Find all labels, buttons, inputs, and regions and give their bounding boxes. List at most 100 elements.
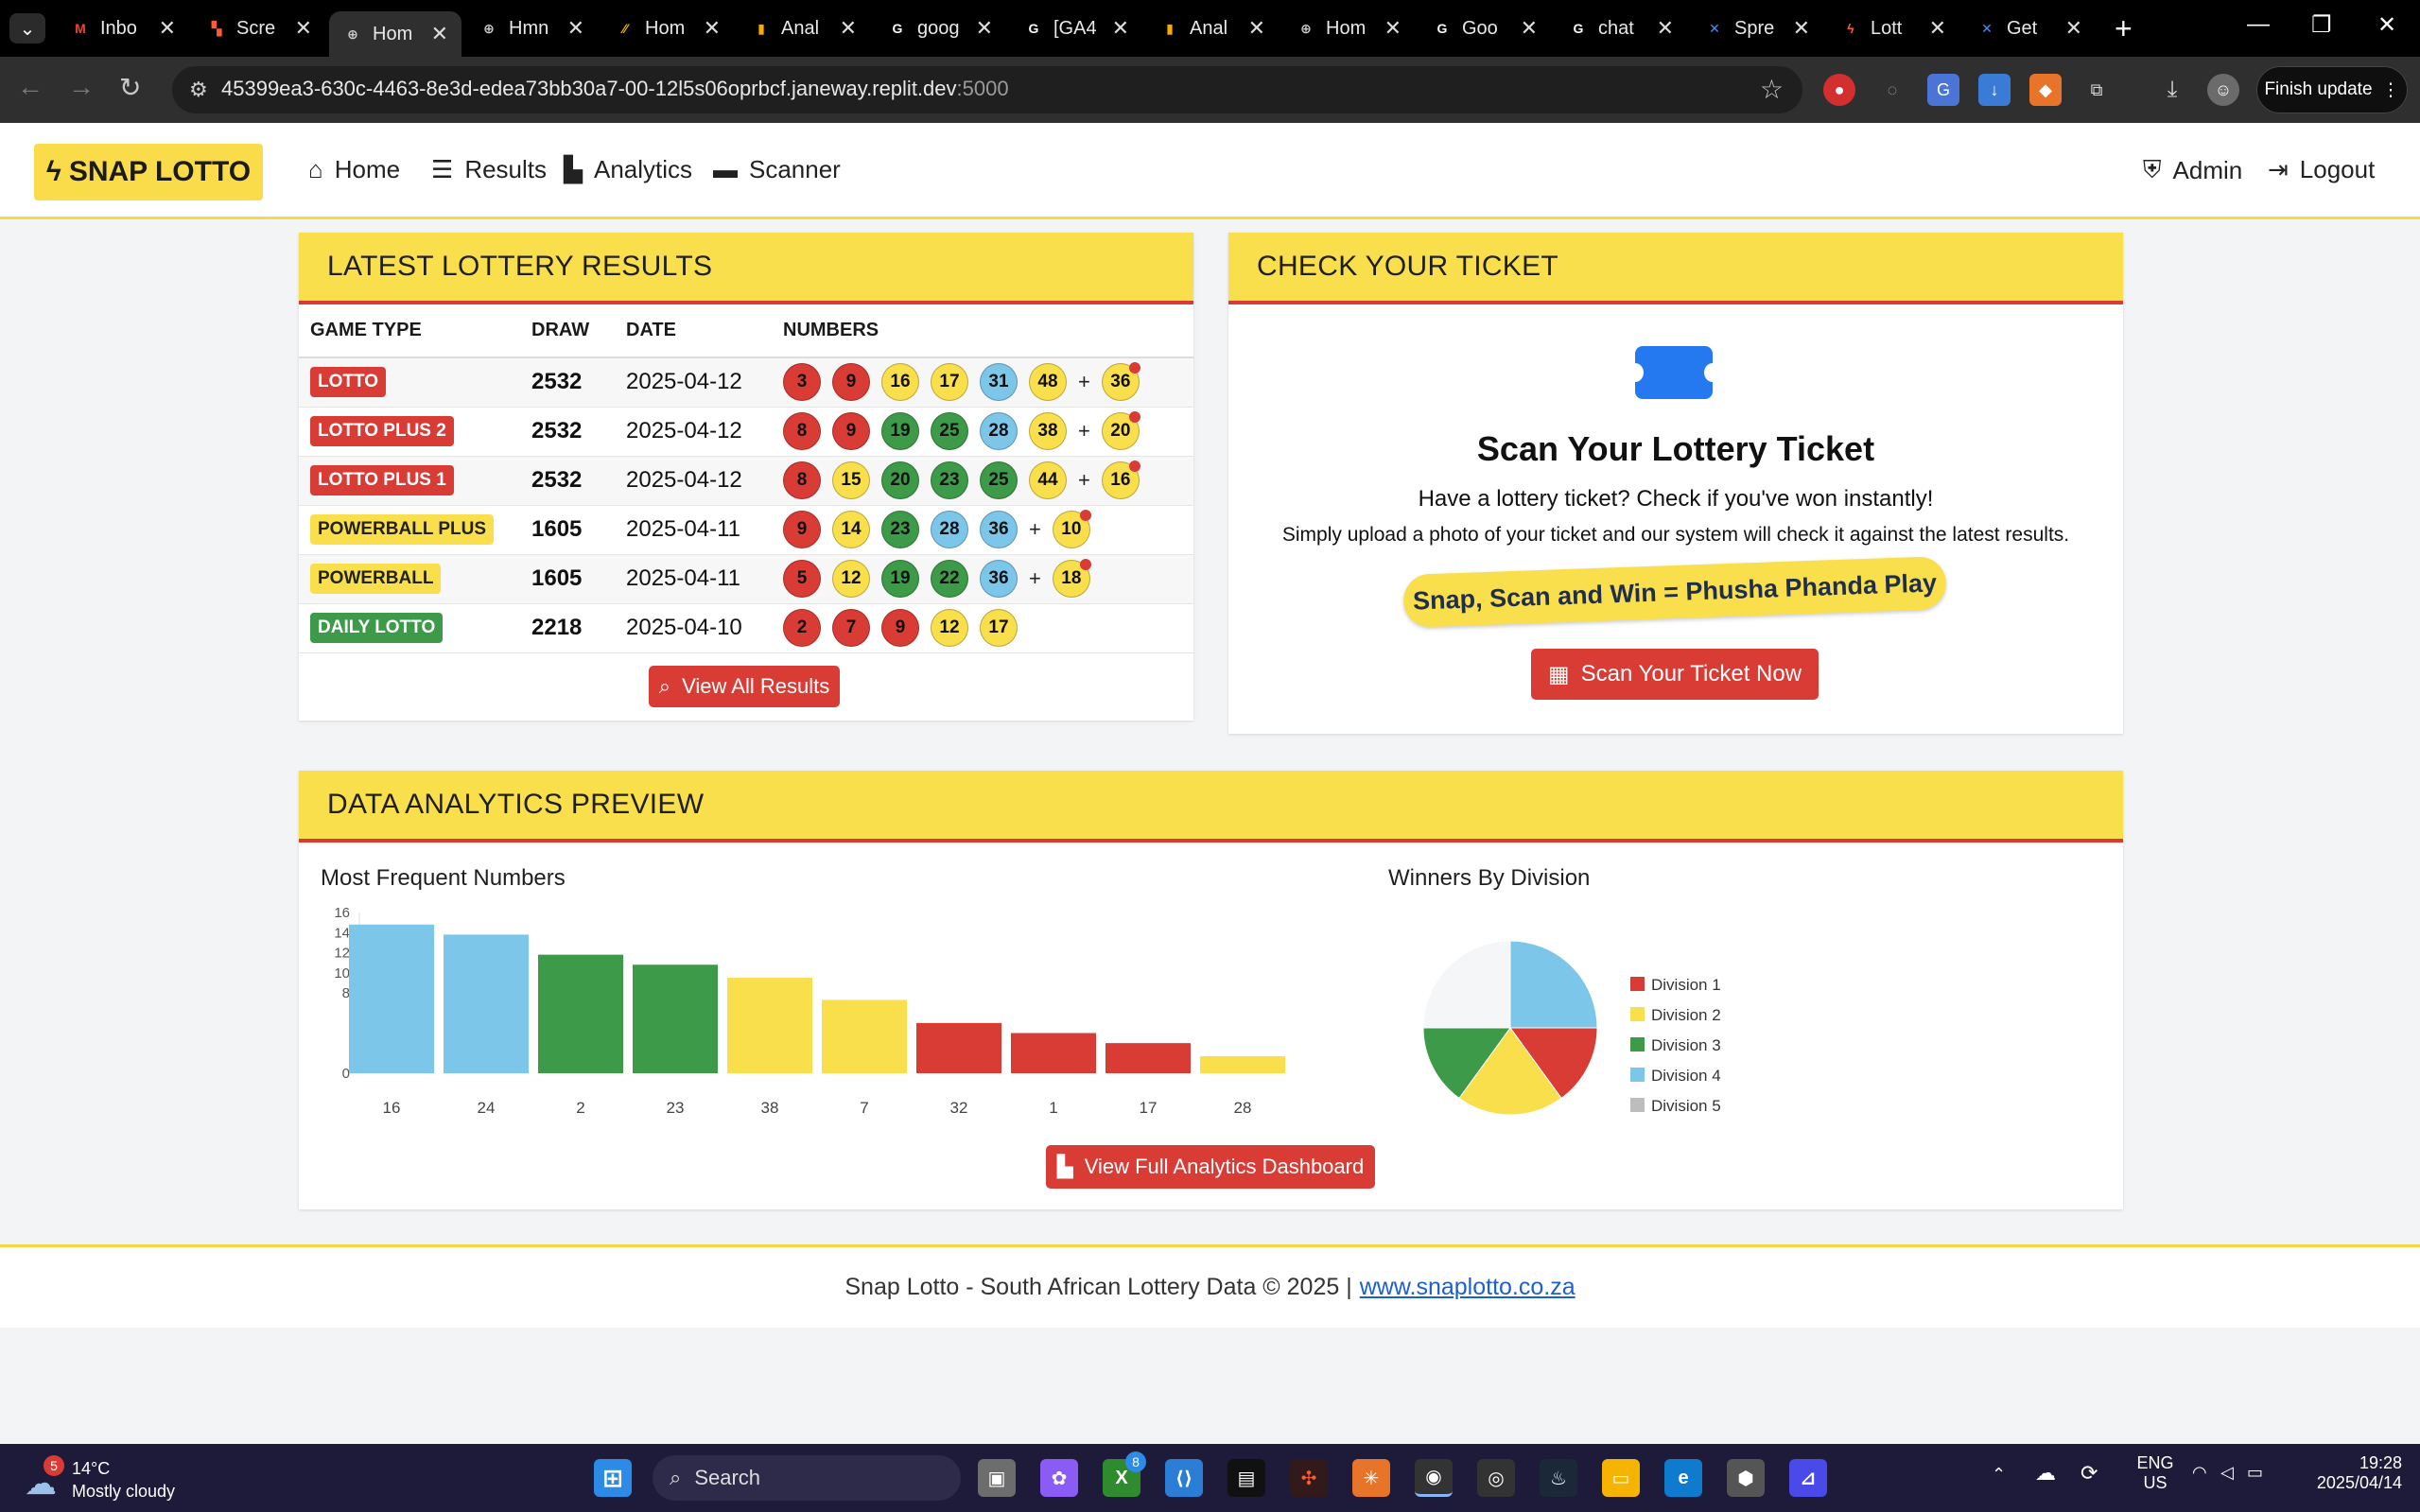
bar[interactable] — [538, 954, 623, 1073]
legend-label[interactable]: Division 5 — [1651, 1097, 1721, 1115]
nav-scanner[interactable]: ▬ Scanner — [713, 155, 841, 184]
legend-label[interactable]: Division 4 — [1651, 1067, 1721, 1085]
extension-circle-icon[interactable]: ◌ — [1876, 74, 1908, 106]
edge-icon[interactable]: e — [1664, 1459, 1702, 1497]
copilot-icon[interactable]: ✿ — [1040, 1459, 1078, 1497]
nav-logout[interactable]: ⇥ Logout — [2268, 155, 2375, 184]
browser-tab[interactable]: ▚ Scre ✕ — [193, 11, 325, 45]
taskbar-search[interactable]: ⌕ Search — [653, 1455, 961, 1501]
footer-link[interactable]: www.snaplotto.co.za — [1360, 1274, 1576, 1301]
finish-update-button[interactable]: Finish update ⋮ — [2256, 66, 2408, 113]
tab-close-icon[interactable]: ✕ — [431, 22, 448, 46]
nav-analytics[interactable]: ▙ Analytics — [564, 155, 692, 184]
close-window-icon[interactable]: ✕ — [2377, 11, 2396, 39]
bar[interactable] — [1200, 1055, 1285, 1073]
new-tab-button[interactable]: + — [2115, 11, 2133, 46]
language-indicator[interactable]: ENG US — [2132, 1453, 2179, 1493]
browser-tab[interactable]: G [GA4 ✕ — [1010, 11, 1142, 45]
browser-tab[interactable]: M Inbo ✕ — [57, 11, 189, 45]
browser-tab[interactable]: ▮ Anal ✕ — [738, 11, 870, 45]
tab-close-icon[interactable]: ✕ — [1657, 16, 1674, 41]
browser-tab[interactable]: ✕ Spre ✕ — [1691, 11, 1823, 45]
tab-close-icon[interactable]: ✕ — [704, 16, 721, 41]
nav-home[interactable]: ⌂ Home — [308, 155, 400, 184]
legend-label[interactable]: Division 3 — [1651, 1036, 1721, 1054]
browser-tab[interactable]: ▮ Anal ✕ — [1146, 11, 1279, 45]
claude-icon[interactable]: ✳ — [1352, 1459, 1390, 1497]
browser-tab[interactable]: ⊕ Hom ✕ — [1282, 11, 1415, 45]
tray-chevron-icon[interactable]: ⌃ — [1992, 1465, 2006, 1485]
tab-close-icon[interactable]: ✕ — [1112, 16, 1129, 41]
legend-label[interactable]: Division 2 — [1651, 1006, 1721, 1024]
volume-icon[interactable]: ◁ — [2220, 1463, 2234, 1483]
view-all-results-button[interactable]: ⌕ View All Results — [649, 666, 840, 707]
bar[interactable] — [349, 924, 434, 1073]
nav-results[interactable]: ☰ Results — [431, 155, 547, 184]
app-blue-icon[interactable]: ⊿ — [1789, 1459, 1827, 1497]
app-dark-icon[interactable]: ▤ — [1227, 1459, 1265, 1497]
brand-logo[interactable]: ϟ SNAP LOTTO — [34, 144, 263, 200]
tab-close-icon[interactable]: ✕ — [2065, 16, 2082, 41]
browser-tab[interactable]: Ggoog ✕ — [874, 11, 1006, 45]
legend-label[interactable]: Division 1 — [1651, 976, 1721, 994]
bar[interactable] — [1011, 1033, 1096, 1074]
bookmark-star-icon[interactable]: ☆ — [1760, 74, 1784, 105]
tab-close-icon[interactable]: ✕ — [840, 16, 857, 41]
view-analytics-button[interactable]: ▙ View Full Analytics Dashboard — [1046, 1145, 1375, 1189]
task-view-icon[interactable]: ▣ — [978, 1459, 1016, 1497]
nav-admin[interactable]: ⛨ Admin — [2143, 155, 2242, 185]
address-bar[interactable]: ⚙ 45399ea3-630c-4463-8e3d-edea73bb30a7-0… — [172, 66, 1802, 113]
sync-icon[interactable]: ⟳ — [2081, 1461, 2098, 1486]
profile-avatar[interactable]: ☺ — [2207, 74, 2239, 106]
browser-tab[interactable]: ϟ Lott ✕ — [1827, 11, 1959, 45]
forward-arrow-icon[interactable]: → — [68, 72, 95, 102]
translate-extension-icon[interactable]: G — [1927, 74, 1959, 106]
restore-icon[interactable]: ❐ — [2311, 11, 2332, 39]
obs-icon[interactable]: ◎ — [1477, 1459, 1515, 1497]
tab-close-icon[interactable]: ✕ — [295, 16, 312, 41]
battery-icon[interactable]: ▭ — [2247, 1463, 2263, 1483]
app-orange-icon[interactable]: ✣ — [1290, 1459, 1328, 1497]
bar[interactable] — [1106, 1043, 1191, 1073]
tab-close-icon[interactable]: ✕ — [1793, 16, 1810, 41]
tab-close-icon[interactable]: ✕ — [976, 16, 993, 41]
extension-shield-icon[interactable]: ● — [1823, 74, 1855, 106]
browser-tab[interactable]: ⁄⁄ Hom ✕ — [601, 11, 734, 45]
bar[interactable] — [916, 1022, 1001, 1073]
browser-tab[interactable]: Gchat ✕ — [1555, 11, 1687, 45]
wifi-icon[interactable]: ◠ — [2192, 1463, 2207, 1483]
app-hex-icon[interactable]: ⬢ — [1727, 1459, 1765, 1497]
browser-tab[interactable]: G Goo ✕ — [1419, 11, 1551, 45]
tab-close-icon[interactable]: ✕ — [567, 16, 584, 41]
tab-close-icon[interactable]: ✕ — [1929, 16, 1946, 41]
bar[interactable] — [444, 934, 529, 1073]
back-arrow-icon[interactable]: ← — [17, 72, 44, 102]
vscode-icon[interactable]: ⟨⟩ — [1165, 1459, 1203, 1497]
pie-slice[interactable] — [1509, 940, 1598, 1029]
site-info-icon[interactable]: ⚙ — [189, 78, 208, 102]
windows-start-icon[interactable]: ⊞ — [594, 1459, 632, 1497]
reload-icon[interactable]: ↻ — [119, 72, 141, 103]
browser-tab[interactable]: ⊕ Hmn ✕ — [465, 11, 598, 45]
onedrive-icon[interactable]: ☁ — [2035, 1461, 2056, 1486]
browser-tab[interactable]: ⊕ Hom ✕ — [329, 11, 461, 57]
fox-extension-icon[interactable]: ◆ — [2029, 74, 2062, 106]
steam-icon[interactable]: ♨ — [1540, 1459, 1577, 1497]
bar[interactable] — [633, 965, 718, 1073]
chrome-icon[interactable]: ◉ — [1415, 1459, 1453, 1497]
extensions-puzzle-icon[interactable]: ⧉ — [2081, 74, 2113, 106]
downloads-icon[interactable]: ⤓ — [2156, 74, 2188, 106]
file-explorer-icon[interactable]: ▭ — [1602, 1459, 1640, 1497]
minimize-icon[interactable]: — — [2247, 11, 2270, 38]
tab-search-button[interactable]: ⌄ — [9, 13, 45, 43]
clock[interactable]: 19:28 2025/04/14 — [2304, 1453, 2402, 1493]
bar[interactable] — [822, 999, 907, 1073]
browser-tab[interactable]: ✕ Get ✕ — [1963, 11, 2096, 45]
tab-close-icon[interactable]: ✕ — [1248, 16, 1265, 41]
scan-ticket-button[interactable]: ▦ Scan Your Ticket Now — [1531, 649, 1819, 700]
pie-slice[interactable] — [1422, 940, 1511, 1029]
download-extension-icon[interactable]: ↓ — [1978, 74, 2011, 106]
tab-close-icon[interactable]: ✕ — [1384, 16, 1402, 41]
bar[interactable] — [727, 978, 812, 1073]
tab-close-icon[interactable]: ✕ — [159, 16, 176, 41]
